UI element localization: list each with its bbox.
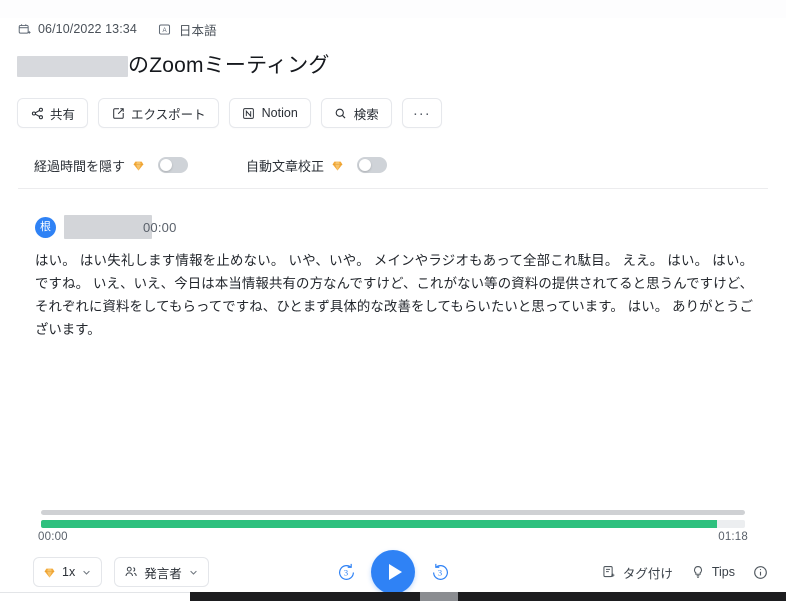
language-a-icon: A [158,22,172,36]
calendar-add-icon [17,22,31,36]
svg-text:A: A [163,27,168,34]
play-button[interactable] [371,550,415,594]
rewind-seconds-label: 3 [343,567,349,578]
playback-speed-selector[interactable]: 1x [33,557,103,587]
toggle-hide-elapsed-time[interactable] [158,157,189,173]
redacted-owner-name [17,55,128,77]
search-icon [334,106,348,120]
share-button[interactable]: 共有 [17,98,89,128]
tagging-button[interactable]: タグ付け [602,563,673,582]
notion-button[interactable]: Notion [228,98,311,128]
option-auto-proofread-label: 自動文章校正 [246,158,325,174]
speaker-filter-label: 発言者 [144,566,182,581]
option-auto-proofread: 自動文章校正 [246,156,388,175]
search-button[interactable]: 検索 [320,98,392,128]
tagging-label: タグ付け [622,566,673,581]
page-title-row: のZoomミーティング [0,40,786,84]
meta-row: 06/10/2022 13:34 A 日本語 [0,18,786,40]
play-icon [388,564,402,580]
toggle-knob [160,159,173,171]
info-circle-icon [753,565,768,580]
share-icon [30,106,44,120]
progress-scrubber[interactable] [41,510,745,515]
toolbar: 共有 エクスポート Notion 検索 ··· [0,84,786,130]
option-hide-elapsed-time-label: 経過時間を隠す [34,158,126,174]
option-hide-elapsed-time: 経過時間を隠す [34,156,189,175]
tag-icon [602,565,617,580]
player-controls-center: 3 3 [335,550,451,594]
share-button-label: 共有 [50,107,76,122]
current-time: 00:00 [38,531,68,543]
horizontal-scrollbar-track[interactable] [190,592,786,601]
transcript-panel[interactable]: 根 00:00 はい。 はい失礼します情報を止めない。 いや、いや。 メインやラ… [18,189,768,506]
tips-label: Tips [711,565,735,579]
premium-diamond-icon [43,566,56,579]
waveform-fill [41,520,717,528]
app-window: 06/10/2022 13:34 A 日本語 のZoomミーティング 共有 エク… [0,0,786,601]
more-horizontal-icon: ··· [412,104,431,122]
tips-button[interactable]: Tips [691,565,735,580]
chevron-down-icon [81,567,92,578]
time-row: 00:00 01:18 [38,531,748,543]
rewind-3-icon[interactable]: 3 [335,561,357,583]
forward-3-icon[interactable]: 3 [429,561,451,583]
external-link-icon [111,106,125,120]
meeting-language: 日本語 [178,23,217,38]
redacted-speaker-name [64,215,152,239]
top-strip [0,0,786,18]
horizontal-scrollbar-thumb[interactable] [420,592,458,601]
bottom-scrollbar-area [0,592,786,601]
lightbulb-icon [691,565,706,580]
forward-seconds-label: 3 [437,567,443,578]
premium-diamond-icon [132,159,145,172]
avatar: 根 [35,216,56,238]
page-title: のZoomミーティング [17,54,330,78]
search-button-label: 検索 [353,107,379,122]
meeting-datetime: 06/10/2022 13:34 [38,22,137,36]
player-controls-right: タグ付け Tips [602,563,768,582]
toggle-knob [359,159,372,171]
speaker-filter-selector[interactable]: 発言者 [114,557,209,587]
playback-speed-label: 1x [62,565,76,579]
player-bar: 00:00 01:18 1x 発言者 3 3 タグ付け Tips [0,506,786,601]
page-title-suffix: のZoomミーティング [128,53,330,77]
info-button[interactable] [753,565,768,580]
player-controls-left: 1x 発言者 [33,557,209,587]
notion-icon [242,106,256,120]
player-tracks [41,506,745,528]
more-options-button[interactable]: ··· [401,98,442,128]
notion-button-label: Notion [261,106,298,120]
toggle-auto-proofread[interactable] [357,157,388,173]
chevron-down-icon [188,567,199,578]
waveform-track[interactable] [41,520,745,528]
transcript-speaker-row: 根 00:00 [35,215,768,239]
transcript-text[interactable]: はい。 はい失礼します情報を止めない。 いや、いや。 メインやラジオもあって全部… [35,249,753,341]
people-icon [124,565,138,579]
total-time: 01:18 [718,531,748,543]
export-button[interactable]: エクスポート [98,98,219,128]
bottom-divider [0,592,190,593]
options-row: 経過時間を隠す 自動文章校正 [18,142,768,189]
segment-timestamp[interactable]: 00:00 [143,220,177,235]
premium-diamond-icon [331,159,344,172]
export-button-label: エクスポート [131,107,206,122]
